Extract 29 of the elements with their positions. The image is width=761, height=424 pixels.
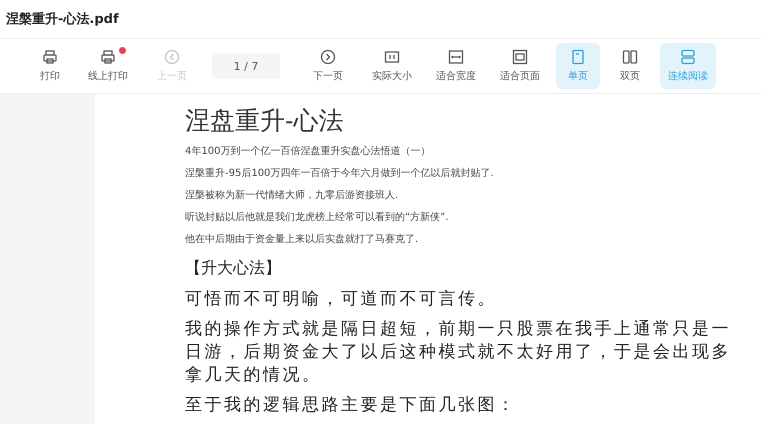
printer-icon <box>42 49 58 65</box>
single-page-icon <box>570 49 586 65</box>
toolbar-button[interactable]: 适合宽度 <box>428 43 484 89</box>
toolbar-button[interactable]: 线上打印 <box>80 43 136 89</box>
intro-line: 听说封贴以后他就是我们龙虎榜上经常可以看到的“方新侠”. <box>185 210 450 225</box>
intro-line: 涅槃重升-95后100万四年一百倍于今年六月做到一个亿以后就封贴了. <box>185 166 495 181</box>
paragraph: 至于我的逻辑思路主要是下面几张图： <box>185 394 518 417</box>
printer-icon <box>100 49 116 65</box>
intro-line: 涅槃被称为新一代情绪大师，九零后游资接班人. <box>185 188 400 203</box>
page-number-field[interactable]: 1 / 7 <box>212 53 280 79</box>
section-heading: 【升大心法】 <box>185 257 282 279</box>
fit-width-icon <box>448 49 464 65</box>
toolbar-button[interactable]: 打印 <box>28 43 72 89</box>
toolbar-button[interactable]: 双页 <box>608 43 652 89</box>
toolbar-button[interactable]: 适合页面 <box>492 43 548 89</box>
fit-page-icon <box>512 49 528 65</box>
paragraph: 可悟而不可明喻，可道而不可言传。 <box>185 288 498 311</box>
paragraph: 我的操作方式就是隔日超短，前期一只股票在我手上通常只是一日游，后期资金大了以后这种模式就不太好用了，于是会出现多拿几天的情况。 <box>185 318 732 387</box>
continuous-page-icon <box>680 49 696 65</box>
intro-line: 他在中后期由于资金量上来以后实盘就打了马赛克了. <box>185 232 420 247</box>
double-page-icon <box>622 49 638 65</box>
toolbar-button[interactable]: 实际大小 <box>364 43 420 89</box>
chevron-left-icon <box>164 49 180 65</box>
document-title: 涅盘重升-心法 <box>185 105 344 137</box>
chevron-right-icon <box>320 49 336 65</box>
intro-line: 4年100万到一个亿一百倍涅盘重升实盘心法悟道（一） <box>185 144 432 159</box>
actual-size-icon <box>384 49 400 65</box>
window-title: 涅槃重升-心法.pdf <box>6 10 119 28</box>
toolbar-button[interactable]: 下一页 <box>300 43 356 89</box>
